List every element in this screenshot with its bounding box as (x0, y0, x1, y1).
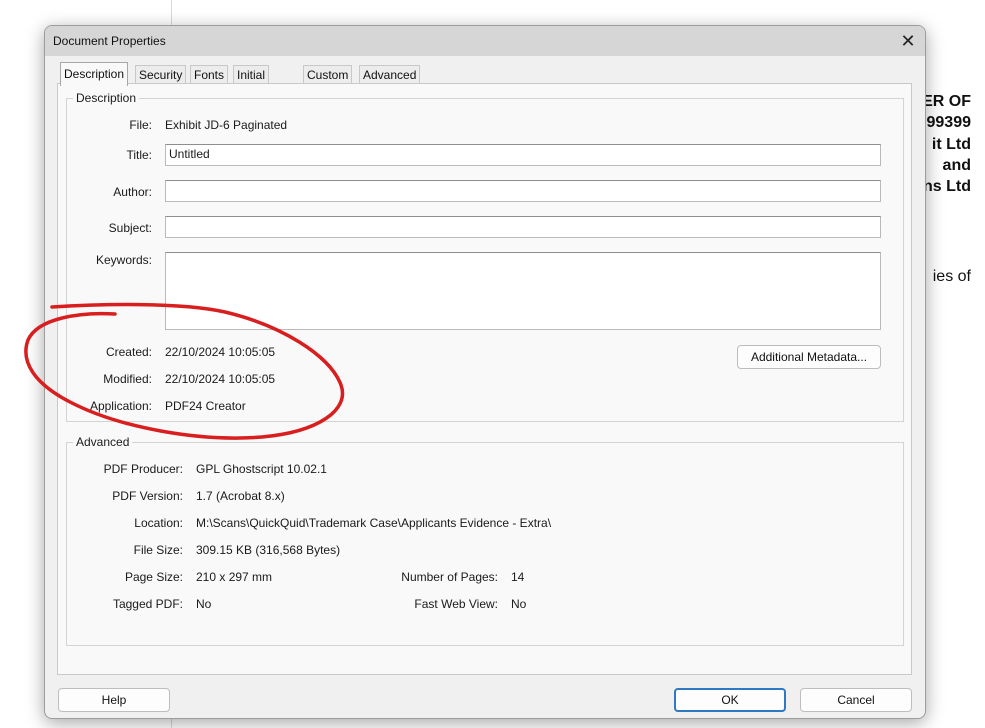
tab-description[interactable]: Description (60, 62, 129, 86)
annotation-stroke (24, 302, 345, 440)
red-annotation-circle (24, 302, 345, 440)
